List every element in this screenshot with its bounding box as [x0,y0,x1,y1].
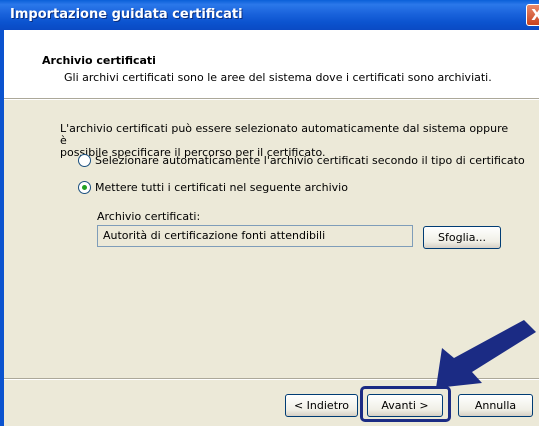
radio-auto-select[interactable]: Selezionare automaticamente l'archivio c… [78,154,525,167]
store-label: Archivio certificati: [97,210,201,223]
radio-auto-icon[interactable] [78,154,91,167]
browse-button[interactable]: Sfoglia... [423,226,501,249]
cancel-button[interactable]: Annulla [458,394,533,417]
radio-auto-label[interactable]: Selezionare automaticamente l'archivio c… [95,154,525,167]
radio-manual-select[interactable]: Mettere tutti i certificati nel seguente… [78,181,348,194]
annotation-arrow-icon [436,320,536,388]
wizard-header: Archivio certificati Gli archivi certifi… [4,30,539,98]
back-button[interactable]: < Indietro [285,394,358,417]
next-button-highlight [360,386,451,422]
header-divider [4,98,539,100]
store-field: Autorità di certificazione fonti attendi… [97,225,413,247]
close-button[interactable]: X [526,4,539,26]
intro-line-1: L'archivio certificati può essere selezi… [60,122,509,147]
title-bar[interactable]: Importazione guidata certificati X [0,0,539,30]
page-subtitle: Gli archivi certificati sono le aree del… [64,71,492,84]
window-title: Importazione guidata certificati [10,7,243,22]
close-icon: X [531,6,539,24]
radio-manual-icon[interactable] [78,181,91,194]
page-title: Archivio certificati [42,54,156,67]
radio-manual-label[interactable]: Mettere tutti i certificati nel seguente… [95,181,348,194]
